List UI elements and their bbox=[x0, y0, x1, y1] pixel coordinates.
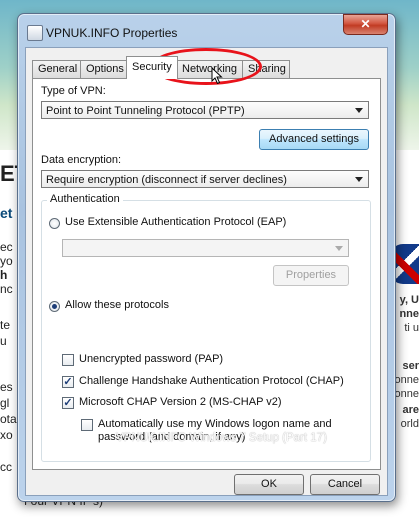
data-encryption-dropdown[interactable]: Require encryption (disconnect if server… bbox=[41, 170, 369, 188]
data-encryption-value: Require encryption (disconnect if server… bbox=[46, 174, 287, 186]
vpn-type-value: Point to Point Tunneling Protocol (PPTP) bbox=[46, 105, 245, 117]
chap-label[interactable]: Challenge Handshake Authentication Proto… bbox=[79, 375, 344, 387]
ok-button[interactable]: OK bbox=[234, 474, 304, 495]
mschapv2-label[interactable]: Microsoft CHAP Version 2 (MS-CHAP v2) bbox=[79, 396, 282, 408]
chevron-down-icon bbox=[335, 246, 343, 251]
allow-protocols-label[interactable]: Allow these protocols bbox=[65, 299, 169, 311]
watermark-text: VPNUK.INFO Windows 7 Setup (Part 17) bbox=[116, 432, 327, 444]
bg-fragment: nc bbox=[0, 282, 13, 296]
title-bar[interactable]: VPNUK.INFO Properties ✕ bbox=[18, 14, 395, 48]
bg-fragment: ti u bbox=[404, 322, 419, 334]
mouse-pointer-icon bbox=[211, 67, 223, 85]
tab-options[interactable]: Options bbox=[80, 60, 128, 78]
close-button[interactable]: ✕ bbox=[343, 14, 388, 35]
bg-fragment: onne bbox=[394, 374, 419, 386]
bg-fragment: es bbox=[0, 380, 13, 394]
bg-fragment: onne bbox=[394, 388, 419, 400]
advanced-settings-button[interactable]: Advanced settings bbox=[259, 129, 369, 150]
bg-fragment: y, U bbox=[399, 294, 419, 306]
tab-general[interactable]: General bbox=[32, 60, 82, 78]
chevron-down-icon bbox=[355, 177, 363, 182]
window-title: VPNUK.INFO Properties bbox=[46, 26, 178, 40]
data-encryption-label: Data encryption: bbox=[41, 154, 122, 166]
dialog-client-area: General Options Security Networking Shar… bbox=[25, 47, 388, 496]
eap-radio[interactable] bbox=[49, 218, 60, 229]
mschapv2-checkbox[interactable]: ✓ bbox=[62, 397, 74, 409]
bg-fragment: are bbox=[402, 404, 419, 416]
auto-logon-checkbox[interactable] bbox=[81, 419, 93, 431]
vpn-type-label: Type of VPN: bbox=[41, 85, 106, 97]
auto-logon-label-line1[interactable]: Automatically use my Windows logon name … bbox=[98, 418, 332, 430]
bg-fragment: gl bbox=[0, 396, 10, 410]
network-connection-icon bbox=[27, 25, 43, 41]
pap-label[interactable]: Unencrypted password (PAP) bbox=[79, 353, 223, 365]
vpn-type-dropdown[interactable]: Point to Point Tunneling Protocol (PPTP) bbox=[41, 101, 369, 119]
bg-fragment: te bbox=[0, 318, 11, 332]
bg-fragment: xo bbox=[0, 428, 13, 442]
bg-fragment: ec bbox=[0, 240, 13, 254]
bg-fragment: yo bbox=[0, 254, 13, 268]
eap-method-dropdown[interactable] bbox=[62, 239, 349, 257]
eap-option-label[interactable]: Use Extensible Authentication Protocol (… bbox=[65, 216, 286, 228]
pap-checkbox[interactable] bbox=[62, 354, 74, 366]
chap-checkbox[interactable]: ✓ bbox=[62, 376, 74, 388]
bg-fragment: ota bbox=[0, 412, 17, 426]
bg-fragment: h bbox=[0, 268, 8, 282]
bg-fragment: orld bbox=[400, 418, 419, 430]
bg-fragment: et bbox=[0, 205, 13, 221]
chevron-down-icon bbox=[355, 108, 363, 113]
security-tab-panel: Type of VPN: Point to Point Tunneling Pr… bbox=[32, 78, 381, 470]
cancel-button[interactable]: Cancel bbox=[310, 474, 380, 495]
bg-fragment: cc bbox=[0, 460, 12, 474]
authentication-title: Authentication bbox=[47, 193, 123, 205]
allow-protocols-radio[interactable] bbox=[49, 301, 60, 312]
bg-fragment: nne bbox=[399, 308, 419, 320]
bg-fragment: u bbox=[0, 334, 7, 348]
bg-fragment: ser bbox=[402, 360, 419, 372]
properties-dialog: VPNUK.INFO Properties ✕ General Options … bbox=[17, 13, 396, 502]
properties-button[interactable]: Properties bbox=[273, 265, 349, 286]
tab-security[interactable]: Security bbox=[126, 56, 178, 79]
